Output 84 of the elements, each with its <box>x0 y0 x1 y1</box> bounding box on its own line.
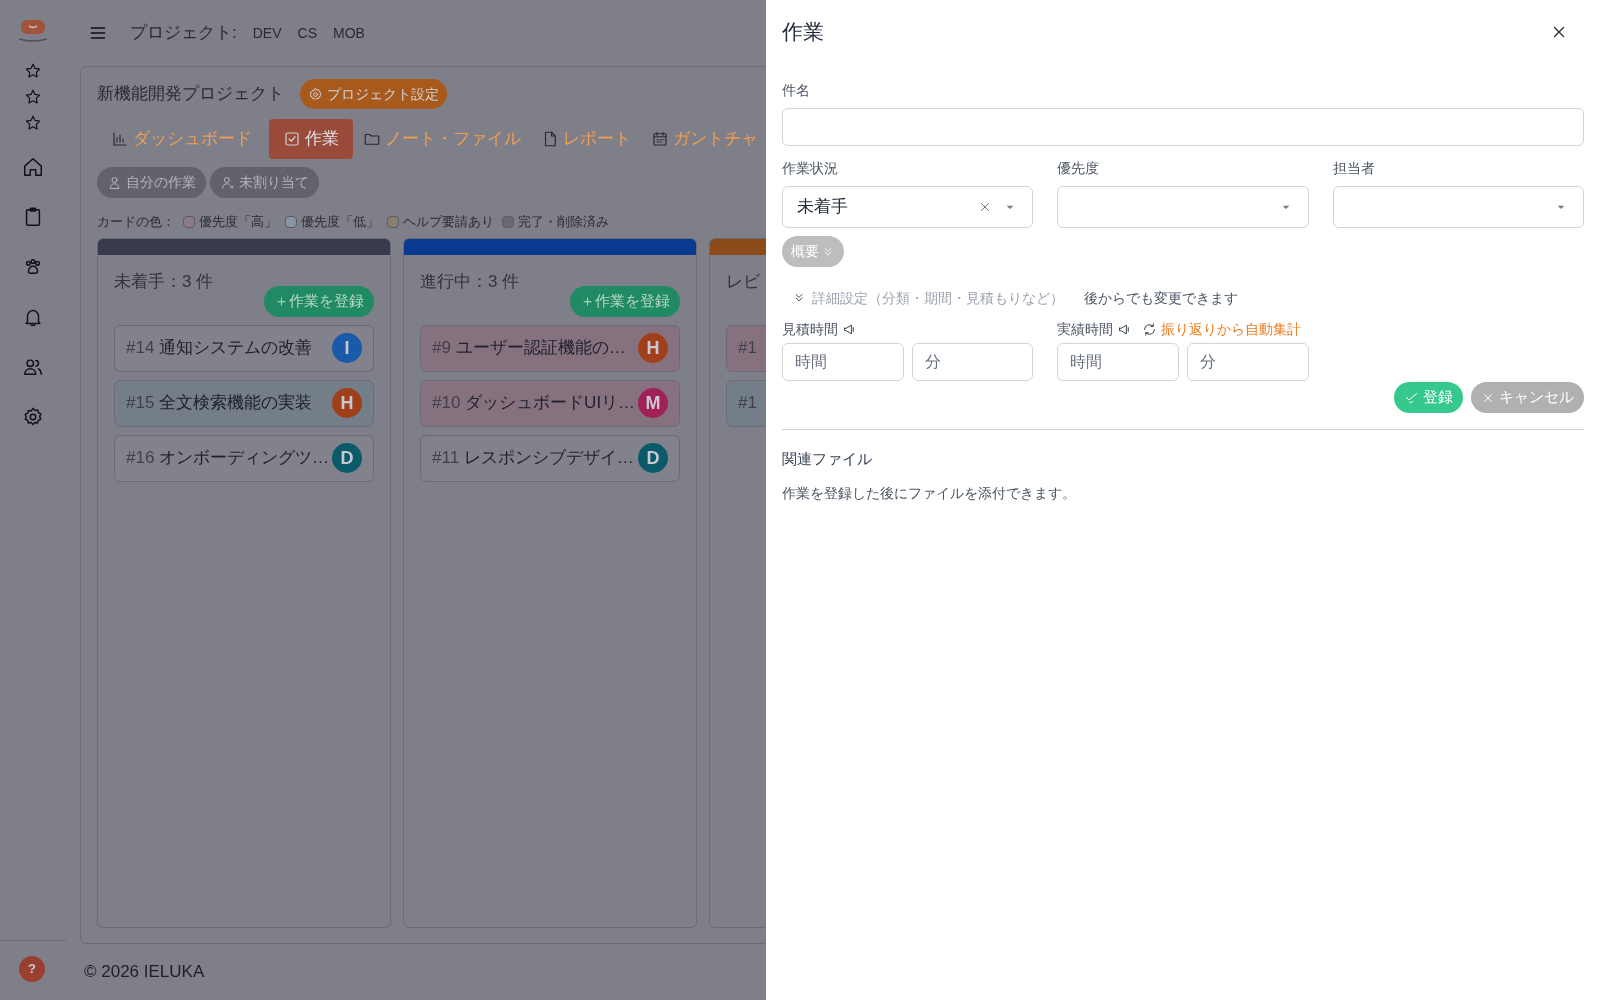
title-input[interactable] <box>782 108 1584 146</box>
project-name: 新機能開発プロジェクト <box>97 83 284 106</box>
avatar: I <box>332 333 362 363</box>
legend-text: 完了・削除済み <box>518 213 609 231</box>
star-icon[interactable] <box>24 62 42 80</box>
info-text: 作業を登録した後にファイルを添付できます。 <box>782 483 1077 503</box>
field-label: 実績時間 <box>1057 319 1114 339</box>
sync-icon <box>1142 321 1158 337</box>
checkmark-icon <box>1404 390 1419 405</box>
details-toggle[interactable]: 詳細設定（分類・期間・見積もりなど） <box>792 287 1064 309</box>
person-x-icon <box>220 175 235 190</box>
task-card[interactable]: #15 全文検索機能の実装 H <box>114 379 374 427</box>
help-button[interactable]: ? <box>19 956 45 982</box>
legend-text: 優先度「高」 <box>199 213 277 231</box>
legend-text: 優先度「低」 <box>301 213 379 231</box>
task-card[interactable]: #14 通知システムの改善 I <box>114 324 374 372</box>
task-title: #1 <box>738 392 757 415</box>
project-settings-button[interactable]: プロジェクト設定 <box>300 79 447 109</box>
bar-chart-icon <box>111 130 129 148</box>
hint-text: 後からでも変更できます <box>1084 288 1238 308</box>
checkbox-icon <box>283 130 301 148</box>
field-label: 作業状況 <box>782 158 839 178</box>
tab[interactable]: レポート <box>531 119 641 159</box>
task-title: #16 オンボーディングツ… <box>126 447 330 470</box>
register-button[interactable]: 登録 <box>1394 382 1463 413</box>
field-label: 件名 <box>782 80 811 100</box>
home-icon[interactable] <box>22 156 44 178</box>
task-title: #1 <box>738 337 757 360</box>
task-card[interactable]: #9 ユーザー認証機能の… H <box>420 324 680 372</box>
time-input[interactable]: 時間 <box>782 343 904 381</box>
tab[interactable]: 作業 <box>269 119 353 159</box>
cancel-button[interactable]: キャンセル <box>1471 382 1584 413</box>
settings-icon[interactable] <box>22 406 44 428</box>
select-field[interactable]: 未着手 <box>782 186 1034 228</box>
task-title: #14 通知システムの改善 <box>126 337 313 360</box>
star-icon[interactable] <box>24 88 42 106</box>
avatar: M <box>638 388 668 418</box>
summary-toggle[interactable]: 概要 <box>782 236 844 267</box>
task-title: #11 レスポンシブデザイ… <box>432 447 634 470</box>
field-label: 見積時間 <box>782 319 838 339</box>
tab[interactable]: ノート・ファイル <box>353 119 531 159</box>
task-title: #15 全文検索機能の実装 <box>126 392 313 415</box>
column-title: 未着手：3 件 <box>114 270 214 293</box>
star-icon[interactable] <box>24 114 42 132</box>
avatar: H <box>638 333 668 363</box>
time-input[interactable]: 分 <box>1187 343 1309 381</box>
tab[interactable]: ガントチャ <box>641 119 766 159</box>
task-title: #9 ユーザー認証機能の… <box>432 337 626 360</box>
auto-sum-link[interactable]: 振り返りから自動集計 <box>1161 318 1302 340</box>
section-heading: 関連ファイル <box>782 449 873 469</box>
drawer-title: 作業 <box>782 19 824 46</box>
time-input[interactable]: 時間 <box>1057 343 1179 381</box>
avatar: H <box>332 388 362 418</box>
add-task-button[interactable]: ＋作業を登録 <box>570 285 680 317</box>
column-title: 進行中：3 件 <box>420 270 520 293</box>
project-label: プロジェクト: <box>130 22 237 45</box>
time-input[interactable]: 分 <box>911 343 1034 381</box>
task-card[interactable]: #16 オンボーディングツ… D <box>114 434 374 482</box>
add-task-button[interactable]: ＋作業を登録 <box>264 285 374 317</box>
legend-label: カードの色： <box>97 213 175 231</box>
calendar-icon <box>651 130 669 148</box>
task-title: #10 ダッシュボードUIリ… <box>432 392 636 415</box>
task-card[interactable]: #1 <box>726 379 766 427</box>
task-card[interactable]: #10 ダッシュボードUIリ… M <box>420 379 680 427</box>
select-field[interactable] <box>1332 186 1584 228</box>
person-icon <box>107 175 122 190</box>
project-link[interactable]: MOB <box>333 22 365 44</box>
task-card[interactable]: #11 レスポンシブデザイ… D <box>420 434 680 482</box>
task-card[interactable]: #1 <box>726 324 766 372</box>
copyright-text: © 2026 IELUKA <box>84 961 205 984</box>
filter-chip[interactable]: 未割り当て <box>210 167 319 198</box>
avatar: D <box>332 443 362 473</box>
users-icon[interactable] <box>22 356 44 378</box>
legend-text: ヘルプ要請あり <box>403 213 494 231</box>
gear-icon <box>308 86 323 102</box>
select-field[interactable] <box>1057 186 1309 228</box>
project-link[interactable]: CS <box>297 22 317 44</box>
project-link[interactable]: DEV <box>252 22 282 44</box>
tab[interactable]: ダッシュボード <box>101 119 262 159</box>
avatar: D <box>638 443 668 473</box>
column-title: レビ <box>726 270 760 293</box>
field-label: 優先度 <box>1057 158 1101 178</box>
field-label: 担当者 <box>1332 158 1376 178</box>
filter-chip[interactable]: 自分の作業 <box>97 167 206 198</box>
